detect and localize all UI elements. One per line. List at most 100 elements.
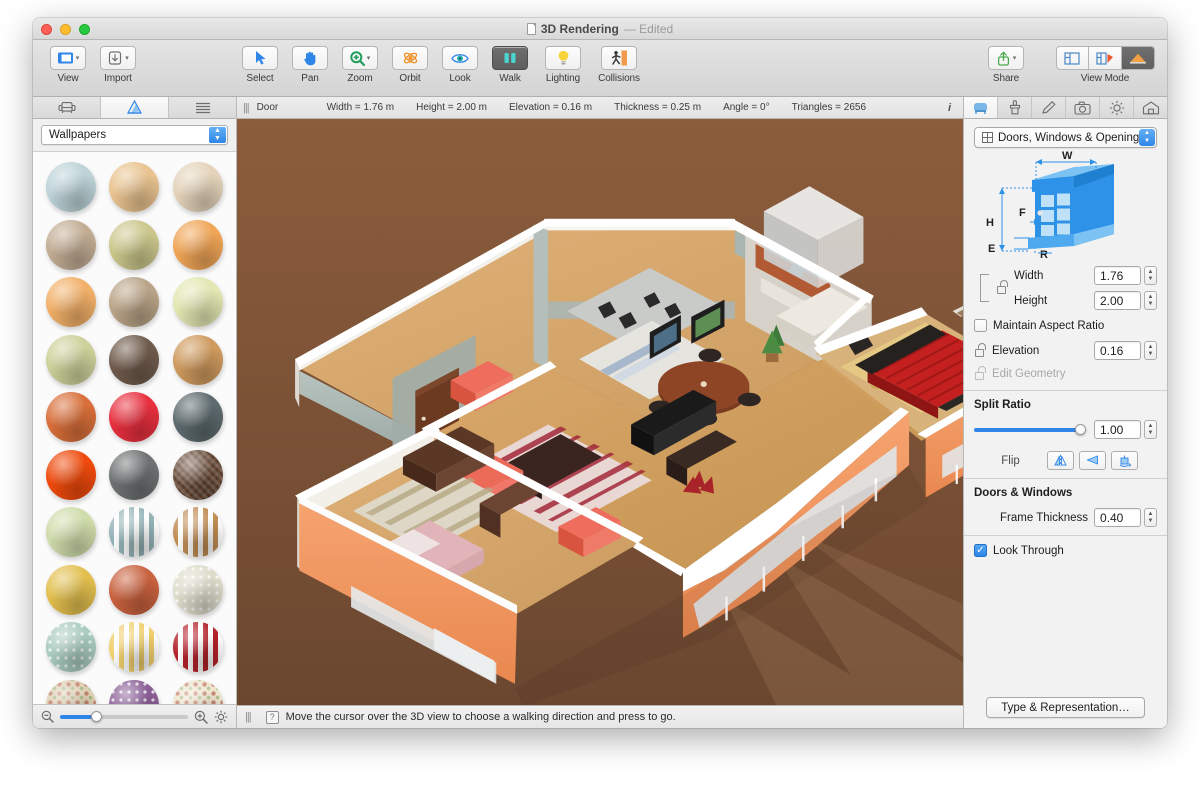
wallpaper-woven-brown[interactable] [173, 449, 224, 500]
tool-walk[interactable]: Walk [485, 46, 535, 84]
edit-inspector-tab[interactable] [1032, 97, 1066, 118]
edit-geometry-row[interactable]: Edit Geometry [974, 366, 1157, 382]
inspector-footer: Type & Representation… [964, 689, 1167, 728]
zoom-slider-knob[interactable] [90, 710, 102, 722]
material-swatch-grid[interactable] [33, 152, 236, 704]
type-representation-button[interactable]: Type & Representation… [986, 697, 1145, 718]
wallpaper-sage[interactable] [45, 334, 96, 385]
split-ratio-input[interactable]: 1.00 [1094, 420, 1141, 439]
wallpaper-dark-brown[interactable] [109, 334, 160, 385]
frame-thickness-input[interactable]: 0.40 [1094, 508, 1141, 527]
elevation-stepper[interactable]: ▲ ▼ [1144, 341, 1157, 360]
wallpaper-burnt-orange[interactable] [45, 392, 96, 442]
material-category-value: Wallpapers [49, 129, 107, 141]
wallpaper-grey[interactable] [109, 449, 160, 500]
maintain-aspect-checkbox[interactable] [974, 319, 987, 332]
wallpaper-beige[interactable] [173, 162, 224, 212]
look-through-checkbox[interactable]: ✓ [974, 544, 987, 557]
wallpaper-floral-cream[interactable] [173, 679, 224, 704]
share-toolbar-item[interactable]: ▾ Share [981, 46, 1031, 84]
material-swatch-icon [126, 100, 142, 114]
wallpaper-caramel[interactable] [173, 334, 224, 385]
wallpaper-mint[interactable] [45, 507, 96, 557]
wallpaper-purple-dots[interactable] [109, 679, 160, 704]
3d-viewport[interactable] [237, 119, 963, 705]
split-ratio-slider[interactable] [974, 423, 1086, 435]
wallpaper-taupe[interactable] [45, 219, 96, 270]
wallpaper-wood-stripe[interactable] [173, 507, 224, 557]
tool-look[interactable]: Look [435, 46, 485, 84]
split-ratio-knob[interactable] [1075, 423, 1086, 435]
3d-view-mode-button[interactable] [1121, 46, 1155, 70]
size-lock-icon[interactable] [996, 280, 1010, 296]
wallpaper-floral-beige[interactable] [45, 679, 96, 704]
camera-inspector-tab[interactable] [1066, 97, 1100, 118]
edit-geometry-label: Edit Geometry [992, 368, 1066, 380]
wallpaper-olive[interactable] [109, 219, 160, 270]
import-toolbar-item[interactable]: ▾ Import [93, 46, 143, 84]
resize-grip-icon[interactable]: ||| [243, 102, 250, 114]
view-toolbar-item[interactable]: ▾ View [43, 46, 93, 84]
tool-lighting[interactable]: Lighting [535, 46, 591, 84]
wallpaper-mocha[interactable] [109, 277, 160, 327]
floor-plan-mode-button[interactable] [1055, 46, 1089, 70]
wallpaper-sand[interactable] [109, 162, 160, 212]
material-category-select[interactable]: Wallpapers ▲ ▼ [41, 125, 228, 145]
flip-vertical-button[interactable] [1079, 451, 1106, 470]
wallpaper-apricot[interactable] [45, 277, 96, 327]
flip-horizontal-button[interactable] [1047, 451, 1074, 470]
wallpaper-terracotta[interactable] [109, 564, 160, 615]
materials-inspector-tab[interactable] [998, 97, 1032, 118]
zoom-in-icon[interactable] [194, 710, 208, 724]
library-zoom-slider[interactable] [60, 710, 188, 722]
building-inspector-tab[interactable] [1134, 97, 1167, 118]
maintain-aspect-row[interactable]: Maintain Aspect Ratio [974, 319, 1157, 332]
info-button[interactable]: i [948, 102, 957, 114]
elevation-lock-icon[interactable] [974, 342, 988, 359]
wallpaper-yellow-stripe[interactable] [109, 622, 160, 672]
wallpaper-bright-orange[interactable] [45, 449, 96, 500]
light-inspector-tab[interactable] [1100, 97, 1134, 118]
wallpaper-slate[interactable] [173, 392, 224, 442]
tool-select[interactable]: Select [235, 46, 285, 84]
wallpaper-orange[interactable] [173, 219, 224, 270]
wallpaper-red-stripe[interactable] [173, 622, 224, 672]
width-input[interactable]: 1.76 [1094, 266, 1141, 285]
split-ratio-stepper[interactable]: ▲ ▼ [1144, 420, 1157, 439]
materials-tab[interactable] [101, 97, 169, 118]
diagram-label-f: F [1019, 207, 1026, 219]
question-mark-icon[interactable]: ? [265, 710, 279, 724]
height-stepper[interactable]: ▲ ▼ [1144, 291, 1157, 310]
tool-collisions[interactable]: Collisions [591, 46, 647, 84]
gear-icon[interactable] [214, 710, 228, 724]
inspector-tabs [964, 97, 1167, 119]
tool-pan[interactable]: Pan [285, 46, 335, 84]
wallpaper-crimson[interactable] [109, 392, 160, 442]
wallpaper-blue-stripe[interactable] [109, 507, 160, 557]
object-type-select[interactable]: Doors, Windows & Openings ▲ ▼ [974, 127, 1157, 148]
tool-orbit[interactable]: Orbit [385, 46, 435, 84]
maintain-aspect-label: Maintain Aspect Ratio [993, 319, 1105, 332]
list-tab[interactable] [169, 97, 236, 118]
width-stepper[interactable]: ▲ ▼ [1144, 266, 1157, 285]
tool-zoom[interactable]: ▾ Zoom [335, 46, 385, 84]
zoom-out-icon[interactable] [41, 710, 54, 723]
height-input[interactable]: 2.00 [1094, 291, 1141, 310]
object-inspector-tab[interactable] [964, 97, 998, 118]
chair-object-icon [974, 102, 987, 114]
orbit-icon [403, 52, 417, 64]
wallpaper-cream-dot[interactable] [173, 564, 224, 615]
split-view-mode-button[interactable] [1088, 46, 1122, 70]
elevation-input[interactable]: 0.16 [1094, 341, 1141, 360]
flip-depth-button[interactable] [1111, 451, 1138, 470]
wallpaper-mustard[interactable] [45, 564, 96, 615]
frame-thickness-stepper[interactable]: ▲ ▼ [1144, 508, 1157, 527]
look-through-row[interactable]: ✓ Look Through [974, 544, 1157, 557]
window-pane-icon [982, 132, 993, 143]
wallpaper-light-blue[interactable] [45, 162, 96, 212]
look-through-section: ✓ Look Through [964, 536, 1167, 565]
wallpaper-pale-lime[interactable] [173, 277, 224, 327]
wallpaper-mint-dots[interactable] [45, 622, 96, 672]
furniture-tab[interactable] [33, 97, 101, 118]
status-grip-icon: ||| [245, 711, 252, 723]
